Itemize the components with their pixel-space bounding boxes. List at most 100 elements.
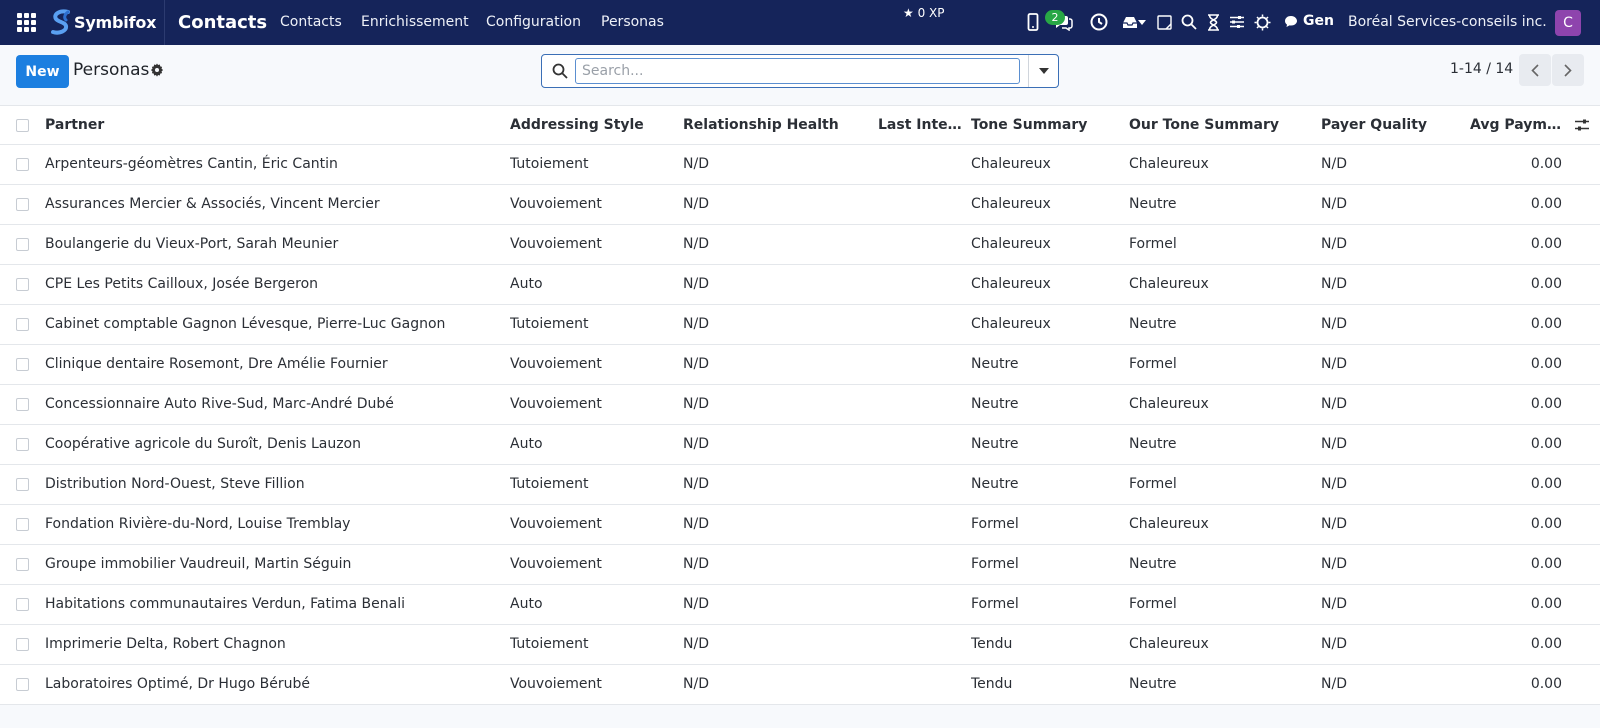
table-row[interactable]: Laboratoires Optimé, Dr Hugo Bérubé Vouvo… <box>0 665 1600 705</box>
row-checkbox[interactable] <box>16 198 29 211</box>
cell-addressing-style: Auto <box>510 276 543 292</box>
brand-logo-icon[interactable] <box>50 9 72 36</box>
table-row[interactable]: Boulangerie du Vieux-Port, Sarah Meunier… <box>0 225 1600 265</box>
optional-columns-icon[interactable] <box>1574 118 1590 132</box>
sliders-icon[interactable] <box>1227 12 1247 32</box>
row-checkbox[interactable] <box>16 678 29 691</box>
cell-tone-summary: Chaleureux <box>971 236 1051 252</box>
cell-relationship-health: N/D <box>683 676 709 692</box>
table-row[interactable]: Fondation Rivière-du-Nord, Louise Trembl… <box>0 505 1600 545</box>
cell-our-tone-summary: Formel <box>1129 236 1177 252</box>
mobile-icon[interactable] <box>1023 12 1043 32</box>
row-checkbox[interactable] <box>16 158 29 171</box>
row-checkbox[interactable] <box>16 638 29 651</box>
table-row[interactable]: Habitations communautaires Verdun, Fatim… <box>0 585 1600 625</box>
table-row[interactable]: Arpenteurs-géomètres Cantin, Éric Cantin… <box>0 145 1600 185</box>
cell-last-interaction <box>878 585 963 624</box>
cell-addressing-style: Vouvoiement <box>510 516 602 532</box>
table-row[interactable]: Groupe immobilier Vaudreuil, Martin Ségu… <box>0 545 1600 585</box>
cell-avg-payment: 0.00 <box>1530 396 1562 412</box>
cell-last-interaction <box>878 505 963 544</box>
list-table: Partner Addressing Style Relationship He… <box>0 105 1600 705</box>
cell-tone-summary: Tendu <box>971 676 1013 692</box>
cell-our-tone-summary: Neutre <box>1129 556 1177 572</box>
cell-payer-quality: N/D <box>1321 356 1347 372</box>
select-all-checkbox[interactable] <box>16 119 29 132</box>
pager-next-button[interactable] <box>1552 54 1584 86</box>
menu-item-enrichissement[interactable]: Enrichissement <box>361 14 469 30</box>
cell-our-tone-summary: Chaleureux <box>1129 156 1209 172</box>
new-button[interactable]: New <box>16 55 69 88</box>
hourglass-icon[interactable] <box>1203 12 1223 32</box>
row-checkbox[interactable] <box>16 398 29 411</box>
pager-previous-button[interactable] <box>1519 54 1551 86</box>
table-row[interactable]: CPE Les Petits Cailloux, Josée Bergeron A… <box>0 265 1600 305</box>
cell-our-tone-summary: Neutre <box>1129 316 1177 332</box>
cell-last-interaction <box>878 185 963 224</box>
cell-tone-summary: Formel <box>971 596 1019 612</box>
column-header-relationship-health[interactable]: Relationship Health <box>683 106 873 145</box>
cell-last-interaction <box>878 265 963 304</box>
table-row[interactable]: Clinique dentaire Rosemont, Dre Amélie F… <box>0 345 1600 385</box>
row-checkbox[interactable] <box>16 318 29 331</box>
column-header-tone-summary[interactable]: Tone Summary <box>971 106 1121 145</box>
cell-tone-summary: Neutre <box>971 476 1019 492</box>
row-checkbox[interactable] <box>16 598 29 611</box>
row-checkbox[interactable] <box>16 558 29 571</box>
cell-partner: Clinique dentaire Rosemont, Dre Amélie F… <box>45 356 388 372</box>
bug-icon[interactable] <box>1252 12 1272 32</box>
row-checkbox[interactable] <box>16 238 29 251</box>
apps-menu-icon[interactable] <box>17 13 36 32</box>
gear-icon[interactable] <box>150 63 164 77</box>
search-icon <box>552 63 568 79</box>
column-header-last-interaction[interactable]: Last Inter… <box>878 106 963 145</box>
table-row[interactable]: Imprimerie Delta, Robert Chagnon Tutoieme… <box>0 625 1600 665</box>
pager-value[interactable]: 1-14 / 14 <box>1450 61 1513 77</box>
cell-addressing-style: Tutoiement <box>510 316 589 332</box>
user-avatar[interactable]: C <box>1555 10 1581 36</box>
caret-down-icon[interactable] <box>1136 12 1148 32</box>
cell-partner: Imprimerie Delta, Robert Chagnon <box>45 636 286 652</box>
row-checkbox[interactable] <box>16 478 29 491</box>
search-input[interactable] <box>575 58 1020 84</box>
cell-partner: Coopérative agricole du Suroît, Denis La… <box>45 436 361 452</box>
gen-button[interactable]: Gen <box>1284 13 1334 29</box>
row-checkbox[interactable] <box>16 518 29 531</box>
column-header-avg-payment[interactable]: Avg Payme… <box>1470 106 1562 145</box>
company-switcher[interactable]: Boréal Services-conseils inc. <box>1348 14 1547 30</box>
xp-counter[interactable]: ★ 0 XP <box>903 6 945 20</box>
menu-item-contacts[interactable]: Contacts <box>280 14 342 30</box>
brand-name[interactable]: Symbifox <box>74 13 156 32</box>
cell-our-tone-summary: Chaleureux <box>1129 516 1209 532</box>
search-options-toggle[interactable] <box>1028 55 1059 87</box>
table-row[interactable]: Coopérative agricole du Suroît, Denis La… <box>0 425 1600 465</box>
cell-partner: CPE Les Petits Cailloux, Josée Bergeron <box>45 276 319 292</box>
row-checkbox[interactable] <box>16 438 29 451</box>
table-row[interactable]: Concessionnaire Auto Rive-Sud, Marc-Andr… <box>0 385 1600 425</box>
row-checkbox[interactable] <box>16 358 29 371</box>
chevron-right-icon <box>1564 63 1572 77</box>
search-nav-icon[interactable] <box>1179 12 1199 32</box>
table-row[interactable]: Cabinet comptable Gagnon Lévesque, Pierr… <box>0 305 1600 345</box>
menu-item-personas[interactable]: Personas <box>601 14 664 30</box>
cell-addressing-style: Vouvoiement <box>510 196 602 212</box>
column-header-payer-quality[interactable]: Payer Quality <box>1321 106 1461 145</box>
column-header-partner[interactable]: Partner <box>45 106 495 145</box>
table-row[interactable]: Distribution Nord-Ouest, Steve Fillion Tu… <box>0 465 1600 505</box>
table-body: Arpenteurs-géomètres Cantin, Éric Cantin… <box>0 145 1600 705</box>
cell-avg-payment: 0.00 <box>1530 516 1562 532</box>
app-title[interactable]: Contacts <box>178 12 267 33</box>
column-header-our-tone-summary[interactable]: Our Tone Summary <box>1129 106 1309 145</box>
row-checkbox[interactable] <box>16 278 29 291</box>
top-navbar: Symbifox Contacts Contacts Enrichissemen… <box>0 0 1600 45</box>
cell-tone-summary: Chaleureux <box>971 196 1051 212</box>
cell-tone-summary: Neutre <box>971 356 1019 372</box>
clock-icon[interactable] <box>1089 12 1109 32</box>
cell-payer-quality: N/D <box>1321 396 1347 412</box>
column-header-addressing-style[interactable]: Addressing Style <box>510 106 670 145</box>
menu-item-configuration[interactable]: Configuration <box>486 14 581 30</box>
table-row[interactable]: Assurances Mercier & Associés, Vincent M… <box>0 185 1600 225</box>
cell-partner: Concessionnaire Auto Rive-Sud, Marc-Andr… <box>45 396 394 412</box>
cell-partner: Arpenteurs-géomètres Cantin, Éric Cantin <box>45 156 338 172</box>
note-icon[interactable] <box>1154 12 1174 32</box>
